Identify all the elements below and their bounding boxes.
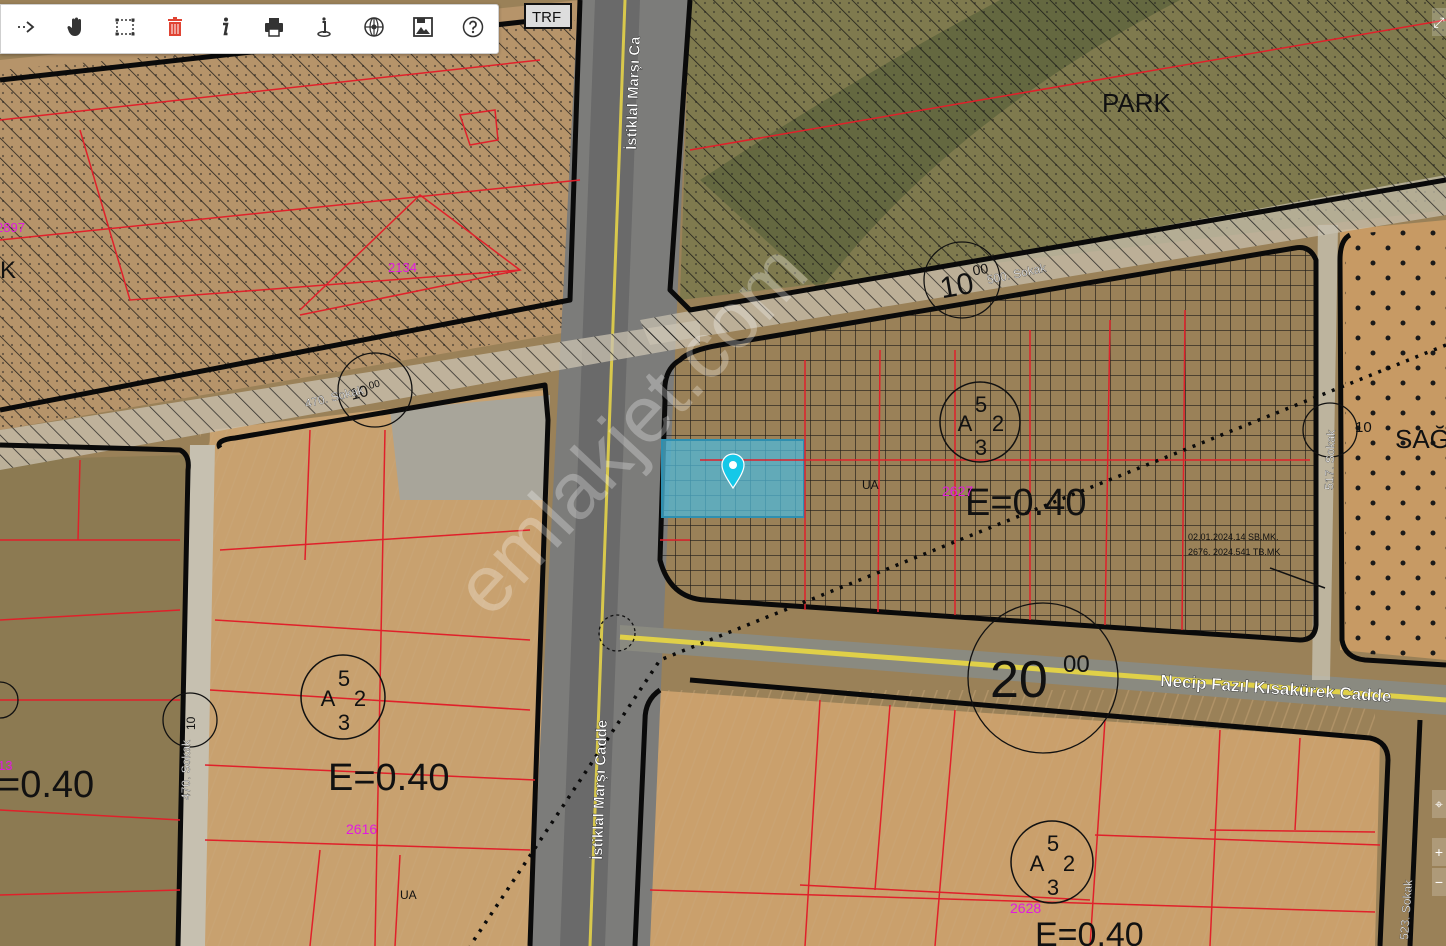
tool-print[interactable] — [250, 5, 300, 53]
zone-sag: SAĞ — [1395, 424, 1446, 454]
globe-icon — [362, 15, 386, 44]
field-south-west-furrows — [200, 430, 540, 946]
note-1: 02.01.2024.14 SB.MK. — [1188, 532, 1279, 542]
hand-icon — [64, 15, 88, 44]
zoning-3-bottom: 3 — [1047, 875, 1059, 900]
street-470-south: 470. Sokak — [179, 739, 193, 800]
zone-k: K — [0, 257, 16, 284]
pin-info-icon — [312, 15, 336, 44]
width-10-east: 10 — [1355, 419, 1372, 436]
tool-delete[interactable] — [150, 5, 200, 53]
block-2616: 2616 — [346, 821, 377, 837]
zoning-1-right: 2 — [992, 411, 1004, 436]
zoning-2-top: 5 — [338, 666, 350, 691]
zoning-map[interactable]: 5 A 2 3 5 A 2 3 5 A 2 3 20 00 10 00 10 1… — [0, 0, 1446, 946]
zoom-out-icon[interactable]: − — [1432, 868, 1446, 896]
tool-area-select[interactable] — [100, 5, 150, 53]
zoning-2-bottom: 3 — [338, 710, 350, 735]
zone-park: PARK — [1102, 88, 1172, 118]
width-10-south: 10 — [184, 716, 198, 730]
zoning-3-right: 2 — [1063, 851, 1075, 876]
zoning-3-top: 5 — [1047, 831, 1059, 856]
block-2897: 2897 — [0, 220, 25, 235]
image-icon — [411, 15, 435, 44]
zoning-1-bottom: 3 — [975, 435, 987, 460]
density-label-4: E=0.40 — [1035, 916, 1144, 946]
trash-icon — [163, 15, 187, 44]
street-517-sokak: 517. Sokak — [1322, 429, 1338, 490]
density-label-3: =0.40 — [0, 764, 94, 806]
width-20-sup: 00 — [1063, 651, 1090, 678]
block-2134: 2134 — [388, 260, 417, 275]
zoom-in-icon[interactable]: + — [1432, 838, 1446, 866]
zoning-2-left: A — [321, 686, 336, 711]
ua-label-1: UA — [862, 478, 879, 492]
tool-help[interactable] — [448, 5, 498, 53]
zone-trafo: TRF — [532, 9, 561, 26]
selection-box-icon — [113, 15, 137, 44]
tool-image-save[interactable] — [399, 5, 449, 53]
width-10-north: 10 — [938, 267, 977, 305]
tool-point-info[interactable] — [299, 5, 349, 53]
tool-coordinates[interactable] — [349, 5, 399, 53]
tool-pan[interactable] — [51, 5, 101, 53]
info-icon — [213, 15, 237, 44]
width-20: 20 — [990, 651, 1048, 709]
locate-icon[interactable]: ⌖ — [1432, 790, 1446, 818]
density-label-1: E=0.40 — [965, 482, 1087, 524]
zoning-2-right: 2 — [354, 686, 366, 711]
printer-icon — [262, 15, 286, 44]
ua-label-2: UA — [400, 888, 417, 902]
tool-info[interactable] — [200, 5, 250, 53]
fullscreen-icon[interactable]: ⤢ — [1432, 8, 1446, 36]
zoning-1-top: 5 — [975, 392, 987, 417]
density-label-2: E=0.40 — [328, 757, 450, 799]
map-toolbar — [0, 4, 499, 54]
block-2627: 2627 — [942, 483, 973, 499]
block-2628: 2628 — [1010, 900, 1041, 916]
zoning-1-left: A — [958, 411, 973, 436]
tool-select[interactable] — [1, 5, 51, 53]
help-icon — [461, 15, 485, 44]
block-13: 13 — [0, 758, 12, 773]
arrow-icon — [14, 15, 38, 44]
note-2: 2676. 2024.541 TB.MK — [1188, 547, 1280, 557]
zoning-3-left: A — [1030, 851, 1045, 876]
